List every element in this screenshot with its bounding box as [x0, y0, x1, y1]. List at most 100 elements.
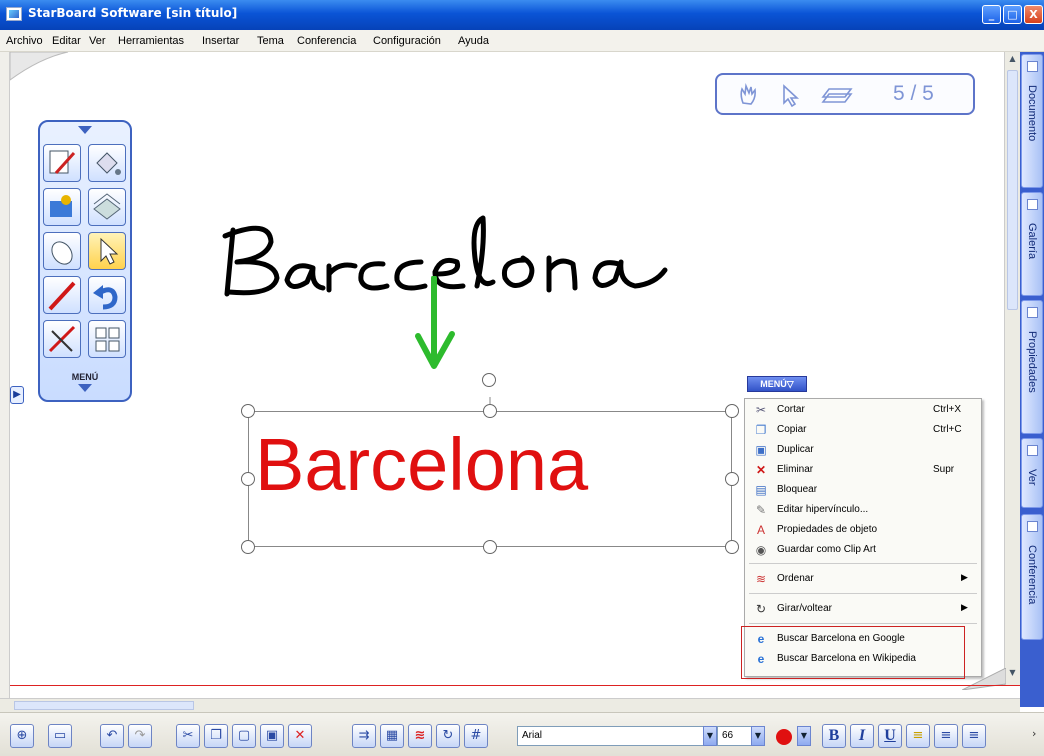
- ctx-label: Guardar como Clip Art: [777, 544, 876, 555]
- resize-handle-e[interactable]: [725, 472, 739, 486]
- ctx-item-eliminar[interactable]: ✕ Eliminar Supr: [745, 460, 981, 480]
- close-button[interactable]: X: [1024, 5, 1043, 24]
- menu-tema[interactable]: Tema: [257, 35, 284, 47]
- menu-archivo[interactable]: Archivo: [6, 35, 43, 47]
- ctx-shortcut: Ctrl+C: [933, 424, 962, 435]
- tab-galeria[interactable]: Galería: [1021, 192, 1043, 296]
- cut-button[interactable]: ✂: [176, 724, 200, 748]
- menu-ayuda[interactable]: Ayuda: [458, 35, 489, 47]
- pen-tool[interactable]: [43, 276, 81, 314]
- hscroll-thumb[interactable]: [14, 701, 194, 710]
- handwritten-barcelona[interactable]: [215, 208, 735, 308]
- ctx-item-bloquear[interactable]: ▤ Bloquear: [745, 480, 981, 500]
- ctx-item-hipervinculo[interactable]: ✎ Editar hipervínculo...: [745, 500, 981, 520]
- italic-button[interactable]: I: [850, 724, 874, 748]
- horizontal-scrollbar[interactable]: [0, 698, 1020, 712]
- resize-handle-n[interactable]: [483, 404, 497, 418]
- ctx-item-copiar[interactable]: ❐ Copiar Ctrl+C: [745, 420, 981, 440]
- hand-icon[interactable]: [737, 83, 761, 107]
- expand-arrow-icon[interactable]: [78, 384, 92, 393]
- scroll-thumb[interactable]: [1007, 70, 1018, 310]
- maximize-button[interactable]: □: [1003, 5, 1022, 24]
- ctx-label: Eliminar: [777, 464, 814, 475]
- pointer-icon[interactable]: [779, 83, 803, 107]
- resize-handle-ne[interactable]: [725, 404, 739, 418]
- underline-button[interactable]: U: [878, 724, 902, 748]
- copy-button[interactable]: ❐: [204, 724, 228, 748]
- menu-conferencia[interactable]: Conferencia: [297, 35, 356, 47]
- ctx-item-propiedades[interactable]: A Propiedades de objeto: [745, 520, 981, 540]
- menu-editar[interactable]: Editar: [52, 35, 81, 47]
- arrow-cursor-icon: [100, 237, 119, 265]
- align-center-button[interactable]: ≡: [934, 724, 958, 748]
- resize-handle-sw[interactable]: [241, 540, 255, 554]
- font-select[interactable]: Arial: [517, 726, 723, 746]
- minimize-button[interactable]: _: [982, 5, 1001, 24]
- rotate-button[interactable]: ↻: [436, 724, 460, 748]
- ctx-item-girar[interactable]: ↻ Girar/voltear ▶: [745, 599, 981, 619]
- text-object-content[interactable]: Barcelona: [255, 422, 588, 507]
- insert-page-button[interactable]: ⊕: [10, 724, 34, 748]
- undo-button[interactable]: ↶: [100, 724, 124, 748]
- side-panel-toggle[interactable]: ▶: [10, 386, 24, 404]
- resize-handle-se[interactable]: [725, 540, 739, 554]
- color-dropdown-icon[interactable]: ▼: [797, 726, 811, 746]
- duplicate-icon: ▣: [755, 443, 767, 457]
- delete-button[interactable]: ✕: [288, 724, 312, 748]
- context-menu-badge[interactable]: MENÚ▽: [747, 376, 807, 392]
- align-right-button[interactable]: ≡: [962, 724, 986, 748]
- tab-documento[interactable]: Documento: [1021, 54, 1043, 188]
- background-tool[interactable]: [43, 188, 81, 226]
- layers-tool[interactable]: [88, 188, 126, 226]
- mouse-tool[interactable]: [43, 232, 81, 270]
- menu-herramientas[interactable]: Herramientas: [118, 35, 184, 47]
- resize-handle-nw[interactable]: [241, 404, 255, 418]
- ctx-item-cortar[interactable]: ✂ Cortar Ctrl+X: [745, 400, 981, 420]
- tab-label: Propiedades: [1026, 331, 1038, 393]
- properties-button[interactable]: ▦: [380, 724, 404, 748]
- menu-ver[interactable]: Ver: [89, 35, 106, 47]
- paste-button[interactable]: ▢: [232, 724, 256, 748]
- tab-conferencia[interactable]: Conferencia: [1021, 514, 1043, 640]
- order-button[interactable]: ≋: [408, 724, 432, 748]
- ctx-label: Ordenar: [777, 573, 814, 584]
- resize-handle-w[interactable]: [241, 472, 255, 486]
- tab-ver[interactable]: Ver: [1021, 438, 1043, 508]
- menu-insertar[interactable]: Insertar: [202, 35, 239, 47]
- rotation-handle[interactable]: [482, 373, 496, 387]
- vertical-scrollbar[interactable]: ▲ ▼: [1004, 52, 1020, 685]
- redo-button[interactable]: ↷: [128, 724, 152, 748]
- tab-propiedades[interactable]: Propiedades: [1021, 300, 1043, 434]
- window-title: StarBoard Software [sin título]: [28, 6, 238, 20]
- pages-icon[interactable]: [821, 83, 855, 107]
- select-tool[interactable]: [88, 232, 126, 270]
- size-dropdown-icon[interactable]: ▼: [751, 726, 765, 746]
- resize-handle-s[interactable]: [483, 540, 497, 554]
- scroll-down-icon[interactable]: ▼: [1007, 668, 1018, 682]
- menu-configuracion[interactable]: Configuración: [373, 35, 441, 47]
- scroll-up-icon[interactable]: ▲: [1007, 54, 1018, 68]
- pen-settings-tool[interactable]: [43, 144, 81, 182]
- text-object[interactable]: Barcelona: [248, 411, 732, 547]
- ctx-item-ordenar[interactable]: ≋ Ordenar ▶: [745, 569, 981, 589]
- font-dropdown-icon[interactable]: ▼: [703, 726, 717, 746]
- ctx-item-duplicar[interactable]: ▣ Duplicar: [745, 440, 981, 460]
- import-button[interactable]: ⇉: [352, 724, 376, 748]
- ctx-item-clipart[interactable]: ◉ Guardar como Clip Art: [745, 540, 981, 560]
- grid-button[interactable]: #: [464, 724, 488, 748]
- undo-tool[interactable]: [88, 276, 126, 314]
- eraser-tool[interactable]: [43, 320, 81, 358]
- align-left-button[interactable]: ≡: [906, 724, 930, 748]
- bold-button[interactable]: B: [822, 724, 846, 748]
- green-down-arrow[interactable]: [410, 276, 460, 372]
- new-page-button[interactable]: ▭: [48, 724, 72, 748]
- collapse-arrow-icon[interactable]: [78, 126, 92, 135]
- page-curl-corner-icon[interactable]: [962, 668, 1006, 690]
- fill-tool[interactable]: [88, 144, 126, 182]
- palette-menu-label[interactable]: MENÚ: [40, 372, 130, 382]
- more-tools-icon[interactable]: ›: [1032, 727, 1036, 740]
- grid-tool[interactable]: [88, 320, 126, 358]
- page-curl-icon[interactable]: [10, 52, 70, 82]
- duplicate-button[interactable]: ▣: [260, 724, 284, 748]
- color-picker-button[interactable]: [773, 727, 795, 747]
